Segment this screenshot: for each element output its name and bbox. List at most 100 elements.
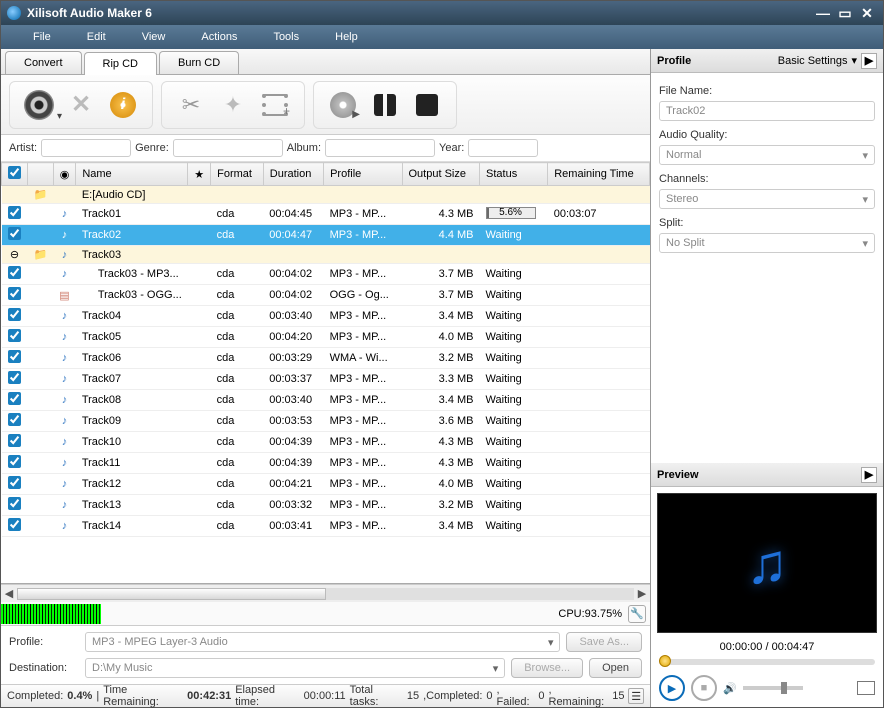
check-all[interactable] (8, 166, 21, 179)
row-check[interactable] (8, 497, 21, 510)
table-row[interactable]: ♪ Track08 cda 00:03:40 MP3 - MP... 3.4 M… (2, 390, 650, 411)
row-check[interactable] (8, 371, 21, 384)
row-check[interactable] (8, 392, 21, 405)
col-name[interactable]: Name (76, 163, 188, 186)
tab-rip-cd[interactable]: Rip CD (84, 52, 157, 75)
table-row[interactable]: ⊖📁♪Track03 (2, 246, 650, 264)
maximize-button[interactable]: ▭ (835, 5, 855, 21)
seek-thumb[interactable] (659, 655, 671, 667)
col-duration[interactable]: Duration (263, 163, 323, 186)
scissors-icon: ✂ (182, 92, 200, 118)
table-row[interactable]: ♪ Track02 cda 00:04:47 MP3 - MP... 4.4 M… (2, 225, 650, 246)
basic-settings-dropdown[interactable]: Basic Settings ▾ (778, 54, 857, 67)
table-row[interactable]: ♪ Track04 cda 00:03:40 MP3 - MP... 3.4 M… (2, 306, 650, 327)
cut-button[interactable]: ✂ (172, 86, 210, 124)
table-row[interactable]: ♪ Track05 cda 00:04:20 MP3 - MP... 4.0 M… (2, 327, 650, 348)
scroll-right-icon[interactable]: ▶ (634, 587, 650, 600)
table-row[interactable]: ♪ Track13 cda 00:03:32 MP3 - MP... 3.2 M… (2, 495, 650, 516)
tabs: Convert Rip CD Burn CD (1, 49, 650, 75)
add-clip-button[interactable] (256, 86, 294, 124)
row-check[interactable] (8, 287, 21, 300)
col-status[interactable]: Status (480, 163, 548, 186)
profile-label: Profile: (9, 636, 79, 648)
menu-actions[interactable]: Actions (189, 27, 261, 47)
table-row[interactable]: ♪ Track07 cda 00:03:37 MP3 - MP... 3.3 M… (2, 369, 650, 390)
menu-edit[interactable]: Edit (75, 27, 130, 47)
table-row[interactable]: ♪ Track10 cda 00:04:39 MP3 - MP... 4.3 M… (2, 432, 650, 453)
row-check[interactable] (8, 518, 21, 531)
col-folder[interactable] (28, 163, 54, 186)
settings-button[interactable]: 🔧 (628, 605, 646, 623)
player-stop-button[interactable]: ■ (691, 675, 717, 701)
quality-dropdown[interactable]: Normal (659, 145, 875, 165)
destination-dropdown[interactable]: D:\My Music (85, 658, 505, 678)
menu-view[interactable]: View (130, 27, 190, 47)
table-row[interactable]: ♪ Track01 cda 00:04:45 MP3 - MP... 4.3 M… (2, 204, 650, 225)
channels-dropdown[interactable]: Stereo (659, 189, 875, 209)
split-dropdown[interactable]: No Split (659, 233, 875, 253)
rip-button[interactable] (324, 86, 362, 124)
stop-button[interactable] (408, 86, 446, 124)
table-row[interactable]: ♪ Track06 cda 00:03:29 WMA - Wi... 3.2 M… (2, 348, 650, 369)
scroll-thumb[interactable] (17, 588, 326, 600)
col-check[interactable] (2, 163, 28, 186)
table-row[interactable]: ▤ Track03 - OGG... cda 00:04:02 OGG - Og… (2, 285, 650, 306)
open-button[interactable]: Open (589, 658, 642, 678)
fullscreen-button[interactable] (857, 681, 875, 695)
table-row[interactable]: ♪ Track12 cda 00:04:21 MP3 - MP... 4.0 M… (2, 474, 650, 495)
menu-tools[interactable]: Tools (261, 27, 323, 47)
profile-dropdown[interactable]: MP3 - MPEG Layer-3 Audio (85, 632, 560, 652)
table-row[interactable]: ♪ Track11 cda 00:04:39 MP3 - MP... 4.3 M… (2, 453, 650, 474)
h-scrollbar[interactable]: ◀ ▶ (1, 584, 650, 602)
browse-button[interactable]: Browse... (511, 658, 583, 678)
audio-file-icon: ♪ (53, 516, 76, 537)
col-output-size[interactable]: Output Size (402, 163, 480, 186)
menu-file[interactable]: File (21, 27, 75, 47)
genre-input[interactable] (173, 139, 283, 157)
preview-collapse-button[interactable]: ▶ (861, 467, 877, 483)
track-table-wrap[interactable]: ◉ Name ★ Format Duration Profile Output … (1, 162, 650, 584)
row-check[interactable] (8, 266, 21, 279)
volume-thumb[interactable] (781, 682, 787, 694)
table-row[interactable]: ♪ Track03 - MP3... cda 00:04:02 MP3 - MP… (2, 264, 650, 285)
col-profile[interactable]: Profile (324, 163, 402, 186)
disc-button[interactable] (20, 86, 58, 124)
info-button[interactable]: i (104, 86, 142, 124)
remove-button[interactable]: ✕ (62, 86, 100, 124)
file-name-field[interactable]: Track02 (659, 101, 875, 121)
tab-burn-cd[interactable]: Burn CD (159, 51, 239, 74)
year-input[interactable] (468, 139, 538, 157)
row-check[interactable] (8, 455, 21, 468)
volume-slider[interactable] (743, 686, 803, 690)
menu-help[interactable]: Help (323, 27, 382, 47)
row-check[interactable] (8, 434, 21, 447)
play-button[interactable]: ▶ (659, 675, 685, 701)
table-row[interactable]: ♪ Track14 cda 00:03:41 MP3 - MP... 3.4 M… (2, 516, 650, 537)
row-check[interactable] (8, 413, 21, 426)
artist-input[interactable] (41, 139, 131, 157)
row-check[interactable] (8, 206, 21, 219)
pause-button[interactable] (366, 86, 404, 124)
row-check[interactable] (8, 329, 21, 342)
seek-slider[interactable] (659, 659, 875, 665)
row-check[interactable] (8, 350, 21, 363)
minimize-button[interactable]: — (813, 5, 833, 21)
col-cd[interactable]: ◉ (53, 163, 76, 186)
col-remaining[interactable]: Remaining Time (548, 163, 650, 186)
scroll-left-icon[interactable]: ◀ (1, 587, 17, 600)
row-check[interactable] (8, 476, 21, 489)
menubar: FileEditViewActionsToolsHelp (1, 25, 883, 49)
row-check[interactable] (8, 308, 21, 321)
col-star[interactable]: ★ (188, 163, 211, 186)
tab-convert[interactable]: Convert (5, 51, 82, 74)
status-list-button[interactable]: ☰ (628, 688, 644, 704)
row-check[interactable] (8, 227, 21, 240)
album-input[interactable] (325, 139, 435, 157)
profile-collapse-button[interactable]: ▶ (861, 53, 877, 69)
col-format[interactable]: Format (211, 163, 264, 186)
close-button[interactable]: ✕ (857, 5, 877, 21)
save-as-button[interactable]: Save As... (566, 632, 642, 652)
table-row[interactable]: ♪ Track09 cda 00:03:53 MP3 - MP... 3.6 M… (2, 411, 650, 432)
root-row[interactable]: 📁E:[Audio CD] (2, 186, 650, 204)
effects-button[interactable]: ✦ (214, 86, 252, 124)
